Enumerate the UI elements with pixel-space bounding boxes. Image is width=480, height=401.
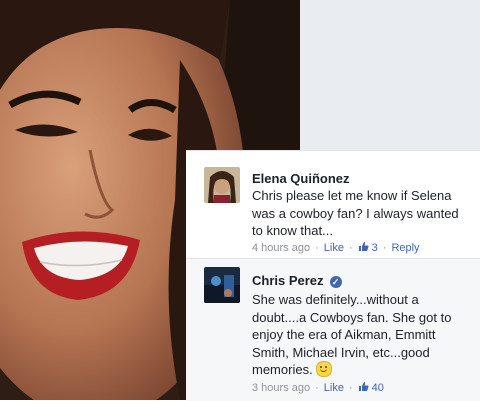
comment-meta: 4 hours ago · Like · 3 · Reply <box>252 241 420 254</box>
smile-emoji-icon <box>315 361 332 377</box>
comment-text: She was definitely...without a doubt....… <box>252 291 472 379</box>
author-name[interactable]: Chris Perez <box>252 273 324 288</box>
reply-link[interactable]: Reply <box>391 242 419 254</box>
like-count[interactable]: 40 <box>372 382 384 394</box>
comment-author[interactable]: Elena Quiñonez <box>252 171 350 186</box>
thumbs-up-icon <box>358 381 369 392</box>
like-link[interactable]: Like <box>324 242 344 254</box>
avatar[interactable] <box>204 167 240 203</box>
like-count[interactable]: 3 <box>372 242 378 254</box>
comment-body: She was definitely...without a doubt....… <box>252 292 452 377</box>
comment-chris: Chris Perez ✓ She was definitely...withou… <box>186 258 480 401</box>
like-link[interactable]: Like <box>324 382 344 394</box>
comment-timestamp[interactable]: 3 hours ago <box>252 382 310 394</box>
comments-panel: Elena Quiñonez Chris please let me know … <box>186 150 480 401</box>
comment-meta: 3 hours ago · Like · 40 <box>252 381 384 394</box>
comment-elena: Elena Quiñonez Chris please let me know … <box>186 150 480 261</box>
avatar[interactable] <box>204 267 240 303</box>
thumbs-up-icon <box>358 241 369 252</box>
comment-author[interactable]: Chris Perez ✓ <box>252 273 342 288</box>
comment-timestamp[interactable]: 4 hours ago <box>252 242 310 254</box>
comment-text: Chris please let me know if Selena was a… <box>252 188 459 238</box>
verified-badge-icon: ✓ <box>329 276 342 288</box>
